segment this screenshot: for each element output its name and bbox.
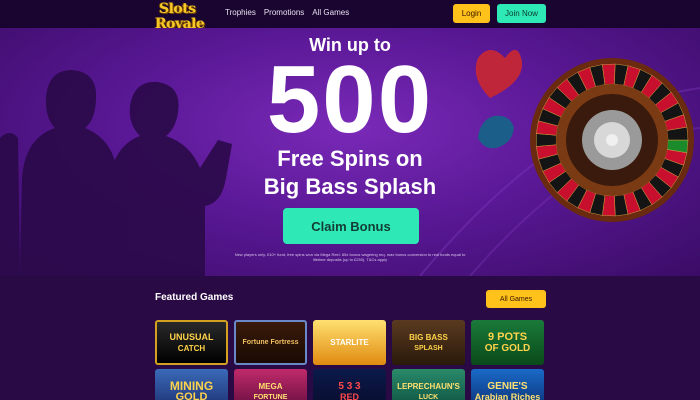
logo-line-1: Slots (159, 1, 196, 17)
game-tile-subtitle: GOLD (175, 390, 208, 400)
game-tile-title: MEGA (258, 381, 283, 391)
join-now-button[interactable]: Join Now (497, 4, 546, 23)
game-tile[interactable]: LEPRECHAUN'S LUCK (392, 369, 465, 400)
game-tile[interactable]: 9 POTS OF GOLD (471, 320, 544, 365)
game-tile[interactable]: MINING GOLD (155, 369, 228, 400)
main-nav: Trophies Promotions All Games (225, 8, 349, 17)
game-tile[interactable]: UNUSUAL CATCH (155, 320, 228, 365)
login-button[interactable]: Login (453, 4, 490, 23)
top-bar: Slots Royale Trophies Promotions All Gam… (0, 0, 700, 32)
nav-trophies[interactable]: Trophies (225, 8, 256, 17)
game-tile-subtitle: LUCK (418, 393, 439, 400)
game-tile[interactable]: 5 3 3 RED (313, 369, 386, 400)
game-tile[interactable]: BIG BASS SPLASH (392, 320, 465, 365)
hero-banner: Win up to 500 Free Spins on Big Bass Spl… (0, 28, 700, 276)
game-tile-subtitle: FORTUNE (253, 393, 288, 400)
nav-promotions[interactable]: Promotions (264, 8, 304, 17)
game-tile-title: UNUSUAL (169, 331, 214, 342)
nav-all-games[interactable]: All Games (312, 8, 349, 17)
roulette-wheel-icon (530, 58, 694, 222)
game-tile-subtitle: Arabian Riches (474, 391, 541, 400)
game-tile-title: LEPRECHAUN'S (397, 381, 460, 391)
game-tile-title: MINING (169, 378, 214, 393)
featured-games-heading: Featured Games (155, 292, 234, 303)
game-tile-title: Fortune Fortress (242, 339, 299, 346)
game-tile[interactable]: MEGA FORTUNE (234, 369, 307, 400)
game-tile[interactable]: GENIE'S Arabian Riches (471, 369, 544, 400)
game-tile[interactable]: STARLITE (313, 320, 386, 365)
game-tile-title: STARLITE (330, 338, 369, 347)
game-tile-title: 5 3 3 (338, 380, 361, 392)
game-tile-subtitle: CATCH (177, 343, 206, 353)
terms-fineprint: New players only. £10+ fund, free spins … (234, 252, 466, 262)
game-tile-subtitle: RED (339, 391, 359, 400)
game-tile-title: BIG BASS (409, 332, 448, 342)
claim-bonus-button[interactable]: Claim Bonus (283, 208, 419, 244)
game-tile-subtitle: OF GOLD (484, 342, 531, 354)
game-tile-subtitle: SPLASH (414, 344, 443, 352)
game-tile[interactable]: Fortune Fortress (234, 320, 307, 365)
game-tile-title: 9 POTS (487, 330, 528, 343)
game-tile-title: GENIE'S (487, 380, 528, 392)
all-games-button[interactable]: All Games (486, 290, 546, 308)
